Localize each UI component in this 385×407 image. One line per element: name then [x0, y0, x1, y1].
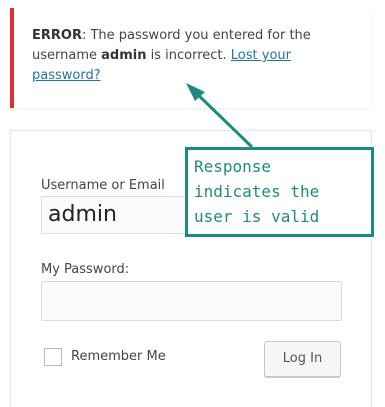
- remember-me-checkbox[interactable]: [44, 348, 62, 366]
- username-label: Username or Email: [41, 178, 165, 193]
- error-text-part-2: is incorrect.: [146, 48, 231, 63]
- error-prefix: ERROR: [32, 28, 82, 43]
- password-label: My Password:: [41, 262, 130, 277]
- login-button[interactable]: Log In: [264, 341, 341, 377]
- login-page: ERROR: The password you entered for the …: [0, 0, 385, 407]
- remember-me-label[interactable]: Remember Me: [71, 349, 166, 364]
- error-username: admin: [101, 48, 147, 63]
- login-error-message: ERROR: The password you entered for the …: [10, 8, 372, 108]
- password-input[interactable]: [41, 281, 342, 321]
- annotation-callout: Response indicates the user is valid: [185, 147, 374, 237]
